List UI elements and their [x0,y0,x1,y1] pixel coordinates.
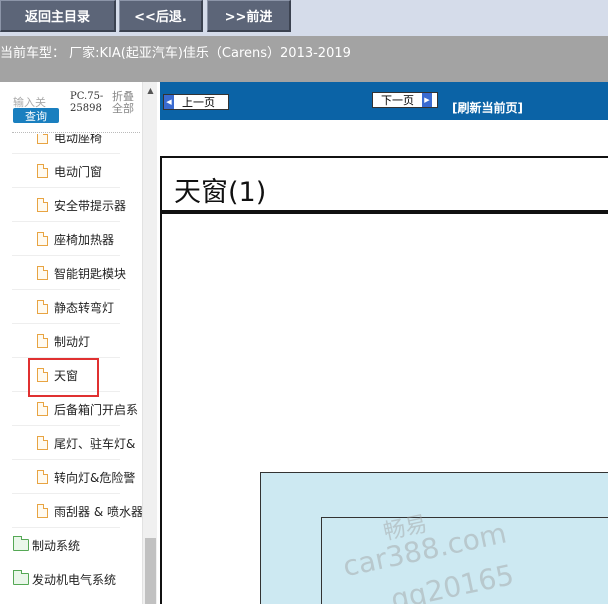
forward-button[interactable]: >>前进 [207,0,291,32]
refresh-page-link[interactable]: [刷新当前页] [452,99,523,116]
tree-scrollbar[interactable]: ▲ [142,82,157,604]
next-page-label: 下一页 [381,94,414,107]
home-button[interactable]: 返回主目录 [0,0,116,32]
folder-icon [13,570,29,585]
tree-item-label: 电动门窗 [54,165,103,179]
tree-item-label: 安全带提示器 [54,199,127,213]
document-icon [37,232,48,246]
pc-code: PC.75- 25898 [70,91,103,115]
top-nav-bar: 返回主目录 <<后退. >>前进 [0,0,608,36]
selected-item-highlight [28,358,99,397]
tree-file-item[interactable]: 智能钥匙模块 [0,256,142,290]
back-button[interactable]: <<后退. [119,0,203,32]
collapse-all-line2: 全部 [112,102,134,115]
document-icon [37,198,48,212]
page-title-box: 天窗(1) [160,156,608,214]
tree-file-item[interactable]: 静态转弯灯 [0,290,142,324]
search-divider [12,132,140,133]
pc-code-line1: PC.75- [70,91,104,102]
document-icon [37,470,48,484]
search-area: 输入关 查询 PC.75- 25898 折叠 全部 [0,82,142,134]
tree-file-item[interactable]: 后备箱门开启系 [0,392,142,426]
tree-file-item[interactable]: 电动门窗 [0,154,142,188]
tree-file-item[interactable]: 座椅加热器 [0,222,142,256]
arrow-right-icon: ▶ [422,93,432,107]
search-button[interactable]: 查询 [13,108,59,123]
tree-item-label: 转向灯&危险警 [54,471,136,485]
document-icon [37,402,48,416]
collapse-all-button[interactable]: 折叠 全部 [112,91,134,115]
scroll-up-arrow-icon[interactable]: ▲ [143,82,158,99]
folder-icon [13,536,29,551]
document-icon [37,266,48,280]
tree-item-label: 制动系统 [32,539,81,553]
tree-item-label: 后备箱门开启系 [54,403,139,417]
vehicle-model-text: 当前车型： 厂家:KIA(起亚汽车)佳乐（Carens）2013-2019 [0,46,351,61]
prev-page-label: 上一页 [182,96,215,109]
document-icon [37,436,48,450]
tree-item-label: 制动灯 [54,335,91,349]
tree-item-label: 雨刮器 & 喷水器 [54,505,143,519]
tree-file-item[interactable]: 雨刮器 & 喷水器 [0,494,143,528]
tree-folder-item[interactable]: 发动机电气系统 [0,562,142,596]
vehicle-model-bar: 当前车型： 厂家:KIA(起亚汽车)佳乐（Carens）2013-2019 [0,36,608,82]
tree-item-label: 发动机电气系统 [32,573,117,587]
page-toolbar: ◀ 上一页 下一页 ▶ [刷新当前页] [160,82,608,120]
prev-page-button[interactable]: ◀ 上一页 [163,94,229,110]
document-icon [37,504,48,518]
pc-code-line2: 25898 [70,103,102,114]
tree-item-label: 座椅加热器 [54,233,115,247]
document-icon [37,300,48,314]
document-icon [37,334,48,348]
tree-item-label: 尾灯、驻车灯& [54,437,136,451]
left-nav-panel: 电动座椅 电动门窗 安全带提示器 座椅加热器 智能钥匙模块 静态转弯灯 制动灯 天窗 后备箱门开… [0,82,160,604]
tree-file-item[interactable]: 尾灯、驻车灯& [0,426,142,460]
document-icon [37,164,48,178]
tree-folder-item[interactable]: 制动系统 [0,528,142,562]
tree-item-label: 智能钥匙模块 [54,267,127,281]
scroll-thumb[interactable] [145,538,156,604]
tree-file-item[interactable]: 安全带提示器 [0,188,142,222]
tree-item-label: 静态转弯灯 [54,301,115,315]
tree-file-item[interactable]: 制动灯 [0,324,142,358]
arrow-left-icon: ◀ [164,95,174,109]
tree-file-item[interactable]: 转向灯&危险警 [0,460,142,494]
next-page-button[interactable]: 下一页 ▶ [372,92,438,108]
page-title: 天窗(1) [174,177,267,208]
